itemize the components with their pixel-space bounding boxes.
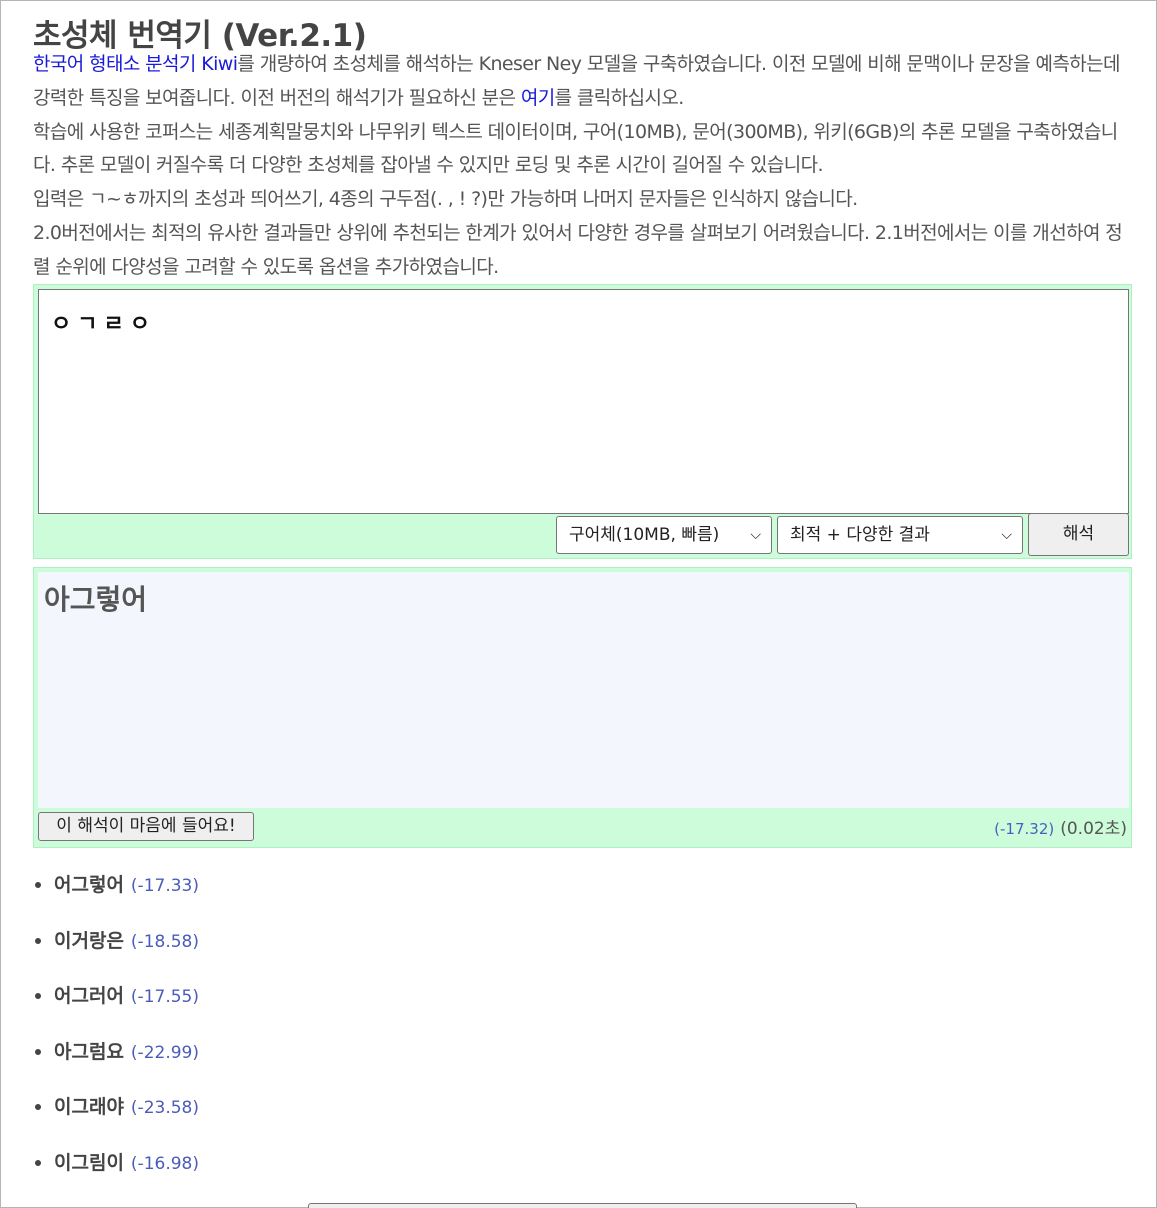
model-select-value: 구어체(10MB, 빠름) — [569, 525, 720, 545]
bullet-icon — [35, 1104, 41, 1111]
list-item[interactable]: 이거랑은 (-18.58) — [33, 914, 199, 970]
chevron-down-icon: ⌵ — [1001, 527, 1012, 543]
candidate-list: 어그렇어 (-17.33) 이거랑은 (-18.58) 어그러어 (-17.55) 아… — [33, 858, 199, 1192]
candidate-text: 어그러어 — [54, 985, 124, 1008]
input-panel: ㅇㄱㄹㅇ 구어체(10MB, 빠름) ⌵ 최적 + 다양한 결과 ⌵ 해석 — [33, 284, 1132, 559]
bullet-icon — [35, 1159, 41, 1166]
candidate-score: (-18.58) — [130, 931, 199, 952]
candidate-text: 이거랑은 — [54, 929, 124, 952]
like-button[interactable]: 이 해석이 마음에 들어요! — [38, 812, 254, 841]
option-select-value: 최적 + 다양한 결과 — [790, 525, 930, 545]
intro-paragraph-2: 학습에 사용한 코퍼스는 세종계획말뭉치와 나무위키 텍스트 데이터이며, 구어… — [33, 120, 1118, 177]
intro-paragraph-1: 한국어 형태소 분석기 Kiwi를 개량하여 초성체를 해석하는 Kneser … — [33, 48, 1128, 116]
list-item[interactable]: 어그러어 (-17.55) — [33, 969, 199, 1025]
candidate-score: (-23.58) — [130, 1098, 199, 1119]
candidate-score: (-17.33) — [130, 876, 199, 896]
candidate-score: (-22.99) — [130, 1042, 199, 1063]
result-text: 아그렇어 — [38, 572, 1129, 808]
output-panel: 아그렇어 이 해석이 마음에 들어요! (-17.32) (0.02초) — [33, 567, 1132, 848]
old-version-link[interactable]: 여기 — [521, 87, 555, 109]
more-button[interactable] — [308, 1203, 857, 1208]
intro-paragraph-4: 2.0버전에서는 최적의 유사한 결과들만 상위에 추천되는 한계가 있어서 다… — [33, 221, 1123, 278]
list-item[interactable]: 아그럼요 (-22.99) — [33, 1025, 199, 1081]
candidate-score: (-16.98) — [130, 1153, 199, 1174]
chosung-input[interactable]: ㅇㄱㄹㅇ — [38, 289, 1129, 514]
list-item[interactable]: 이그래야 (-23.58) — [33, 1080, 199, 1136]
option-select[interactable]: 최적 + 다양한 결과 ⌵ — [777, 516, 1023, 554]
candidate-score: (-17.55) — [130, 987, 199, 1008]
bullet-icon — [35, 937, 41, 944]
bullet-icon — [35, 993, 41, 1000]
kiwi-link[interactable]: 한국어 형태소 분석기 Kiwi — [33, 53, 238, 75]
list-item[interactable]: 어그렇어 (-17.33) — [33, 858, 199, 914]
bullet-icon — [35, 882, 41, 888]
candidate-text: 아그럼요 — [54, 1040, 124, 1063]
result-score: (-17.32) — [994, 820, 1055, 838]
intro-paragraph-1-tail: 를 클릭하십시오. — [554, 86, 685, 109]
intro-text: 한국어 형태소 분석기 Kiwi를 개량하여 초성체를 해석하는 Kneser … — [33, 48, 1128, 285]
result-meta: (-17.32) (0.02초) — [994, 814, 1127, 839]
candidate-text: 어그렇어 — [54, 874, 124, 896]
result-time: (0.02초) — [1060, 819, 1127, 839]
list-item[interactable]: 이그림이 (-16.98) — [33, 1136, 199, 1192]
candidate-text: 이그래야 — [54, 1096, 124, 1119]
model-select[interactable]: 구어체(10MB, 빠름) ⌵ — [556, 516, 772, 554]
candidate-text: 이그림이 — [54, 1151, 124, 1174]
chevron-down-icon: ⌵ — [750, 527, 761, 543]
intro-paragraph-3: 입력은 ㄱ~ㅎ까지의 초성과 띄어쓰기, 4종의 구두점(. , ! ?)만 가… — [33, 188, 858, 211]
translate-button[interactable]: 해석 — [1028, 513, 1129, 556]
bullet-icon — [35, 1048, 41, 1055]
